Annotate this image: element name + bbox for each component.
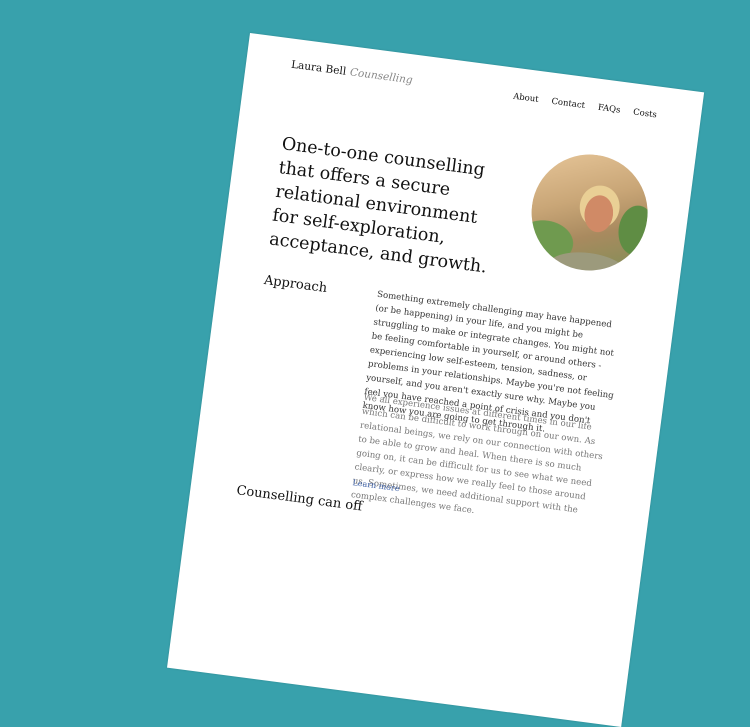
webpage-mockup: Laura Bell Counselling About Contact FAQs… xyxy=(167,33,705,727)
main-nav: About Contact FAQs Costs xyxy=(513,92,658,121)
counselling-heading: Counselling can off xyxy=(235,483,364,515)
nav-costs[interactable]: Costs xyxy=(633,107,658,120)
site-logo[interactable]: Laura Bell Counselling xyxy=(290,59,413,87)
portrait-photo xyxy=(524,147,655,278)
approach-heading: Approach xyxy=(263,272,328,297)
logo-suffix: Counselling xyxy=(349,66,414,87)
nav-contact[interactable]: Contact xyxy=(551,97,586,111)
nav-faqs[interactable]: FAQs xyxy=(597,103,621,116)
hero-headline: One-to-one counselling that offers a sec… xyxy=(268,134,488,278)
logo-name: Laura Bell xyxy=(290,58,347,78)
nav-about[interactable]: About xyxy=(513,92,540,105)
